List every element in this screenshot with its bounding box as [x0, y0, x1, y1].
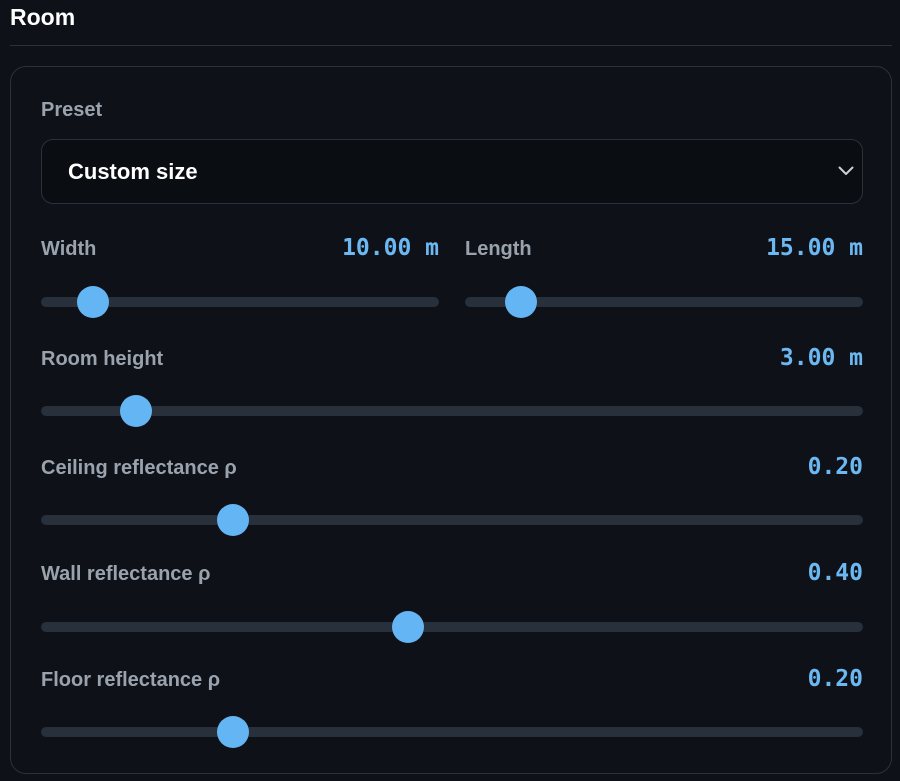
floor-reflectance-value: 0.20 — [807, 666, 863, 692]
chevron-down-icon — [838, 166, 854, 175]
length-value: 15.00 m — [766, 235, 863, 261]
ceiling-reflectance-slider[interactable] — [41, 504, 863, 536]
ceiling-reflectance-value: 0.20 — [807, 454, 863, 480]
room-height-value: 3.00 m — [779, 345, 863, 371]
width-value: 10.00 m — [342, 235, 439, 261]
floor-reflectance-slider[interactable] — [41, 716, 863, 748]
length-slider-thumb[interactable] — [504, 286, 537, 318]
ceiling-reflectance-label: Ceiling reflectance ρ — [41, 457, 237, 479]
preset-label: Preset — [41, 99, 103, 121]
ceiling-reflectance-slider-thumb[interactable] — [216, 504, 249, 536]
length-label: Length — [465, 238, 532, 260]
preset-select[interactable]: Custom size — [41, 139, 863, 204]
room-height-label: Room height — [41, 348, 164, 370]
wall-reflectance-slider-thumb[interactable] — [391, 611, 424, 643]
floor-reflectance-slider-thumb[interactable] — [216, 716, 249, 748]
room-height-slider-thumb[interactable] — [119, 395, 152, 427]
room-settings-panel: Preset Custom size Width 10.00 m Length … — [10, 66, 892, 774]
width-label: Width — [41, 238, 97, 260]
room-height-slider[interactable] — [41, 395, 863, 427]
section-title: Room — [10, 4, 76, 30]
wall-reflectance-slider[interactable] — [41, 611, 863, 643]
floor-reflectance-label: Floor reflectance ρ — [41, 669, 221, 691]
section-divider — [10, 45, 892, 46]
width-slider-thumb[interactable] — [76, 286, 109, 318]
preset-selected-value: Custom size — [68, 159, 198, 184]
width-slider[interactable] — [41, 286, 439, 318]
wall-reflectance-label: Wall reflectance ρ — [41, 563, 211, 585]
length-slider[interactable] — [465, 286, 863, 318]
wall-reflectance-value: 0.40 — [807, 560, 863, 586]
